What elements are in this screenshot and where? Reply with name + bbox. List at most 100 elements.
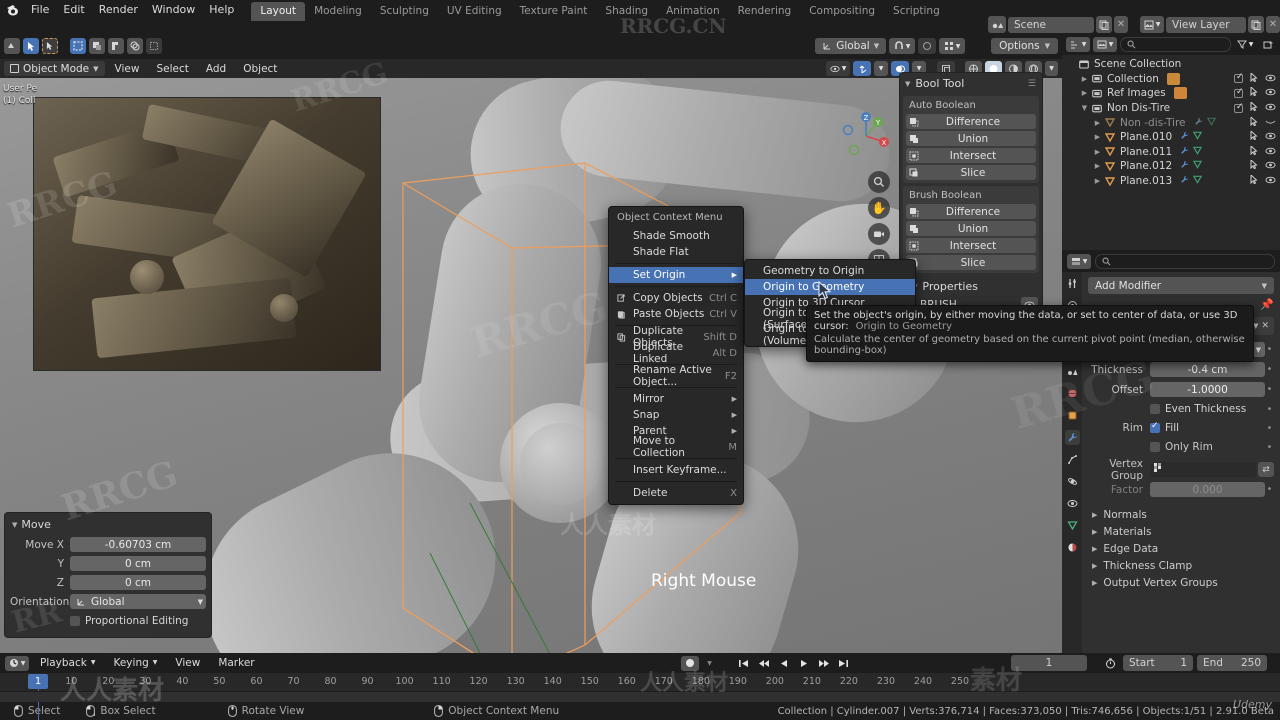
modifier-wrench-icon[interactable] [1180, 131, 1189, 143]
brush-boolean-union-button[interactable]: Union [906, 221, 1036, 236]
scene-and-viewlayer-selectors[interactable]: Scene ✕ ▼ View Layer ✕ [988, 16, 1280, 33]
viewport-menu-select[interactable]: Select [149, 60, 195, 78]
animate-property-dot[interactable]: • [1265, 423, 1274, 434]
outliner-row[interactable]: ▼ Non Dis-Tire ✓ [1062, 100, 1280, 116]
modifier-offset-row[interactable]: Offset -1.0000 • [1088, 381, 1274, 398]
play-icon[interactable] [794, 656, 813, 671]
brush-boolean-intersect-button[interactable]: Intersect [906, 238, 1036, 253]
outliner-item-name[interactable]: Ref Images [1107, 87, 1166, 99]
modifier-wrench-icon[interactable] [1194, 117, 1203, 129]
brush-boolean-difference-button[interactable]: Difference [906, 204, 1036, 219]
eye-icon[interactable] [1265, 87, 1276, 99]
outliner-row[interactable]: ▶ Plane.011 [1062, 144, 1280, 160]
end-frame-field[interactable]: End 250 [1197, 655, 1267, 671]
outliner-editor[interactable]: ▼ ▼ ▼ Scene Collection ▶ Collection ✓ ▶ Ref I… [1062, 33, 1280, 250]
menu-render[interactable]: Render [92, 1, 145, 19]
eye-icon[interactable] [1265, 102, 1276, 114]
remove-scene-icon[interactable]: ✕ [1114, 16, 1128, 33]
select-intersect-icon[interactable] [127, 38, 143, 54]
properties-editor-icon[interactable]: ▼ [1067, 253, 1091, 269]
bool-tool-panel[interactable]: ▼ Bool Tool ☰ Auto Boolean Difference Un… [899, 72, 1043, 338]
timeline-header[interactable]: ▼ Playback ▼ Keying ▼ View Marker ▼ 1 St… [0, 653, 1280, 673]
even-thickness-checkbox[interactable] [1150, 404, 1160, 414]
only-rim-checkbox[interactable] [1150, 442, 1160, 452]
workspace-tab-shading[interactable]: Shading [596, 2, 657, 21]
annotate-icon[interactable] [146, 38, 162, 54]
mesh-data-icon[interactable] [1206, 117, 1216, 129]
outliner-row[interactable]: ▶ Plane.010 [1062, 130, 1280, 145]
outliner-row-toggles[interactable] [1250, 173, 1276, 187]
proportional-editing-row[interactable]: Proportional Editing [10, 612, 206, 629]
context-menu-items[interactable]: Shade Smooth Shade Flat Set Origin ▶ Copy Ob… [609, 228, 743, 501]
chevron-right-icon[interactable]: ▶ [1079, 89, 1090, 97]
animate-property-dot[interactable]: • [1265, 384, 1274, 395]
exclude-checkbox[interactable]: ✓ [1234, 102, 1244, 113]
auto-keying-options-icon[interactable]: ▼ [703, 656, 716, 671]
material-icon[interactable] [1065, 540, 1080, 555]
new-scene-icon[interactable] [1096, 16, 1112, 33]
tool-icon[interactable] [1065, 276, 1080, 291]
animate-property-dot[interactable]: • [1265, 404, 1274, 415]
blender-logo-icon[interactable] [4, 1, 24, 19]
new-collection-icon[interactable] [1259, 37, 1276, 52]
context-menu-item-duplicate-linked[interactable]: Duplicate Linked Alt D [609, 341, 743, 365]
select-circle-icon[interactable] [89, 38, 105, 54]
outliner-row[interactable]: Scene Collection [1062, 57, 1280, 72]
context-menu-item-insert-keyframe[interactable]: Insert Keyframe... [609, 462, 743, 478]
outliner-item-name[interactable]: Plane.010 [1120, 131, 1172, 143]
object-mode-dropdown[interactable]: Object Mode ▼ [4, 61, 105, 76]
proportional-editing-checkbox[interactable] [70, 615, 80, 626]
workspace-tab-layout[interactable]: Layout [251, 2, 306, 21]
modifier-wrench-icon[interactable] [1180, 160, 1189, 172]
outliner-header[interactable]: ▼ ▼ ▼ [1062, 33, 1280, 55]
jump-end-icon[interactable] [834, 656, 853, 671]
workspace-tab-sculpting[interactable]: Sculpting [371, 2, 438, 21]
zoom-icon[interactable] [868, 171, 890, 193]
jump-start-icon[interactable] [734, 656, 753, 671]
proportional-editing-icon[interactable] [918, 38, 937, 54]
animate-property-dot[interactable]: • [1265, 344, 1274, 355]
eye-icon[interactable] [1265, 146, 1276, 158]
selectable-cursor-icon[interactable] [1250, 100, 1258, 114]
menu-file[interactable]: File [24, 1, 56, 19]
context-menu-item-rename-active-object[interactable]: Rename Active Object... F2 [609, 364, 743, 388]
modifier-offset-value[interactable]: -1.0000 [1150, 382, 1265, 397]
bool-tool-header[interactable]: ▼ Bool Tool ☰ [900, 73, 1042, 94]
fill-checkbox[interactable] [1150, 421, 1160, 433]
select-lasso-icon[interactable] [108, 38, 124, 54]
outliner-item-name[interactable]: Scene Collection [1094, 58, 1181, 70]
animate-property-dot[interactable]: • [1265, 442, 1274, 453]
menu-edit[interactable]: Edit [56, 1, 91, 19]
section-output-vertex-groups[interactable]: ▶ Output Vertex Groups [1088, 574, 1274, 591]
physics-icon[interactable] [1065, 474, 1080, 489]
modifier-thickness-row[interactable]: Thickness -0.4 cm • [1088, 361, 1274, 378]
vertex-group-row[interactable]: Vertex Group ⇄ [1088, 458, 1274, 482]
remove-view-layer-icon[interactable]: ✕ [1266, 16, 1280, 33]
vertex-group-field[interactable] [1150, 462, 1256, 477]
context-menu-item-set-origin[interactable]: Set Origin ▶ [609, 267, 743, 283]
view-layer-icon[interactable]: ▼ [1140, 16, 1164, 33]
outliner-item-name[interactable]: Non Dis-Tire [1107, 102, 1170, 114]
timeline-menu-playback[interactable]: Playback ▼ [33, 654, 102, 672]
play-reverse-icon[interactable] [774, 656, 793, 671]
section-materials[interactable]: ▶ Materials [1088, 523, 1274, 540]
particles-icon[interactable] [1065, 452, 1080, 467]
outliner-item-name[interactable]: Plane.013 [1120, 175, 1172, 187]
scene-name-field[interactable]: Scene [1008, 16, 1094, 33]
transform-orientation-dropdown[interactable]: Global ▼ [815, 38, 887, 54]
outliner-row-toggles[interactable] [1250, 115, 1276, 129]
scene-icon[interactable] [988, 16, 1006, 33]
viewport-options-dropdown[interactable]: Options ▼ [991, 38, 1058, 54]
move-y-row[interactable]: Y 0 cm [10, 555, 206, 572]
rim-fill-row[interactable]: Rim Fill • [1088, 420, 1274, 436]
chevron-right-icon[interactable]: ▶ [1092, 162, 1103, 170]
constraints-icon[interactable] [1065, 496, 1080, 511]
object-icon[interactable] [1065, 408, 1080, 423]
modifier-close-icon[interactable]: ✕ [1261, 321, 1269, 331]
timeline-editor[interactable]: ▼ Playback ▼ Keying ▼ View Marker ▼ 1 St… [0, 653, 1280, 720]
editor-type-icon[interactable] [4, 38, 20, 54]
timeline-menu-keying[interactable]: Keying ▼ [106, 654, 164, 672]
operator-panel-header[interactable]: ▼ Move [10, 517, 206, 536]
exclude-checkbox[interactable]: ✓ [1234, 87, 1244, 98]
selectable-cursor-icon[interactable] [1250, 71, 1258, 85]
